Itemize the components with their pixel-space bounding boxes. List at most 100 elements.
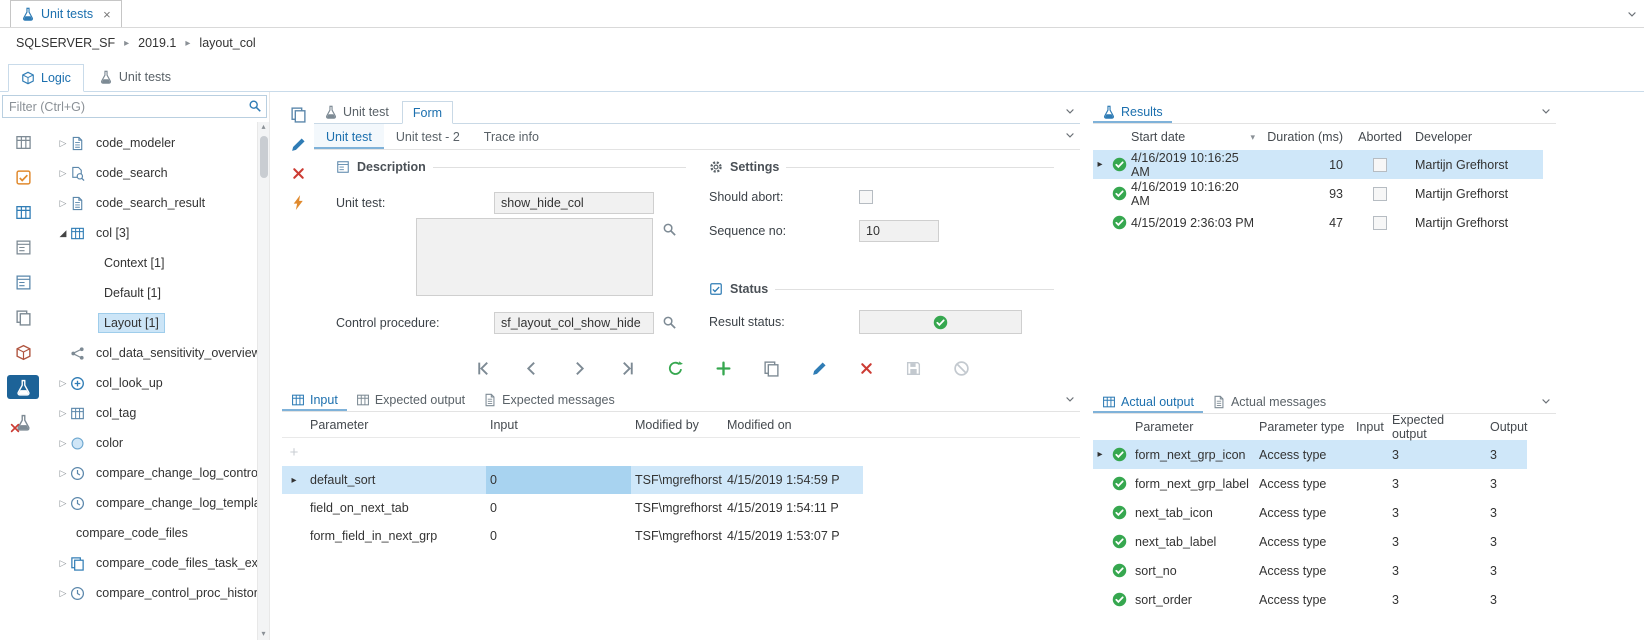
- table-row[interactable]: 4/15/2019 2:36:03 PM 47 Martijn Grefhors…: [1093, 208, 1543, 237]
- previous-record-icon[interactable]: [523, 360, 540, 377]
- search-icon[interactable]: [248, 99, 262, 113]
- tab-input[interactable]: Input: [282, 388, 347, 411]
- tab-expected-output[interactable]: Expected output: [347, 388, 474, 411]
- expander-icon[interactable]: ▷: [56, 498, 70, 509]
- table-row[interactable]: next_tab_icon Access type 3 3: [1093, 498, 1527, 527]
- table-row[interactable]: sort_order Access type 3 3: [1093, 585, 1527, 614]
- add-row[interactable]: +: [282, 438, 863, 466]
- expander-icon[interactable]: ◢: [56, 228, 70, 239]
- should-abort-checkbox[interactable]: [859, 190, 873, 204]
- validations-icon[interactable]: [7, 165, 39, 189]
- delete-record-icon[interactable]: [291, 166, 306, 181]
- tab-expected-messages[interactable]: Expected messages: [474, 388, 624, 411]
- save-record-icon[interactable]: [905, 360, 922, 377]
- delete-record-icon[interactable]: [859, 361, 874, 376]
- column-header-parameter-type[interactable]: Parameter type: [1257, 420, 1350, 434]
- expander-icon[interactable]: ▷: [56, 138, 70, 149]
- search-lookup-icon[interactable]: [662, 222, 677, 237]
- copy-record-icon[interactable]: [763, 360, 780, 377]
- edit-record-icon[interactable]: [811, 360, 828, 377]
- failed-tests-icon[interactable]: [7, 410, 39, 434]
- expander-icon[interactable]: ▷: [56, 168, 70, 179]
- close-tab-icon[interactable]: ×: [103, 7, 111, 22]
- column-header-input[interactable]: Input: [1350, 420, 1386, 434]
- subtab-trace-info[interactable]: Trace info: [472, 124, 551, 149]
- unit-tests-module-icon[interactable]: [7, 375, 39, 399]
- tree-item[interactable]: ▷code_search: [46, 158, 257, 188]
- search-lookup-icon[interactable]: [662, 315, 677, 330]
- tree-item[interactable]: ◢col [3]: [46, 218, 257, 248]
- filter-input[interactable]: [2, 95, 267, 118]
- aborted-checkbox[interactable]: [1373, 216, 1387, 230]
- tab-unit-test[interactable]: Unit test: [314, 100, 399, 123]
- column-header-expected-output[interactable]: Expected output: [1386, 413, 1482, 441]
- tree-item[interactable]: ▷compare_change_log_templat: [46, 488, 257, 518]
- tree-item[interactable]: Context [1]: [46, 248, 257, 278]
- copy-record-icon[interactable]: [290, 106, 307, 123]
- data-model-icon[interactable]: [7, 130, 39, 154]
- io-tab-overflow-chevron-icon[interactable]: [1064, 393, 1076, 405]
- expander-icon[interactable]: ▷: [56, 558, 70, 569]
- tab-actual-messages[interactable]: Actual messages: [1203, 390, 1335, 413]
- table-row[interactable]: ▸ 4/16/2019 10:16:25 AM 10 Martijn Grefh…: [1093, 150, 1543, 179]
- results-tab-overflow-chevron-icon[interactable]: [1540, 105, 1552, 117]
- table-row[interactable]: form_field_in_next_grp 0 TSF\mgrefhorst …: [282, 522, 863, 550]
- expander-icon[interactable]: ▷: [56, 588, 70, 599]
- expander-icon[interactable]: ▷: [56, 378, 70, 389]
- column-header-aborted[interactable]: Aborted: [1349, 130, 1411, 144]
- run-test-lightning-icon[interactable]: [290, 194, 307, 211]
- cancel-edit-icon[interactable]: [953, 360, 970, 377]
- tree-item[interactable]: ▷compare_code_files_task_exter: [46, 548, 257, 578]
- column-header-parameter[interactable]: Parameter: [1131, 420, 1257, 434]
- table-row[interactable]: 4/16/2019 10:16:20 AM 93 Martijn Grefhor…: [1093, 179, 1543, 208]
- packages-icon[interactable]: [7, 340, 39, 364]
- table-row[interactable]: ▸ form_next_grp_icon Access type 3 3: [1093, 440, 1527, 469]
- column-header-output[interactable]: Output: [1482, 420, 1527, 434]
- tree-item[interactable]: ▷color: [46, 428, 257, 458]
- edit-record-icon[interactable]: [290, 136, 307, 153]
- expander-icon[interactable]: ▷: [56, 468, 70, 479]
- scrollbar-thumb[interactable]: [260, 136, 268, 178]
- unit-test-description-textarea[interactable]: [416, 218, 653, 296]
- tab-unit-tests[interactable]: Unit tests: [87, 63, 183, 91]
- tab-results[interactable]: Results: [1093, 100, 1172, 123]
- tab-actual-output[interactable]: Actual output: [1093, 390, 1203, 413]
- scroll-up-icon[interactable]: ▴: [261, 122, 265, 131]
- subtab-unit-test[interactable]: Unit test: [314, 124, 384, 149]
- column-header-input[interactable]: Input: [486, 412, 631, 437]
- add-record-icon[interactable]: [715, 360, 732, 377]
- tree-item[interactable]: ▷compare_change_log_control_: [46, 458, 257, 488]
- table-row[interactable]: form_next_grp_label Access type 3 3: [1093, 469, 1527, 498]
- column-header-start-date[interactable]: Start date ▾: [1131, 130, 1259, 144]
- tree-item[interactable]: ▷compare_control_proc_history: [46, 578, 257, 608]
- table-row[interactable]: ▸ default_sort 0 TSF\mgrefhorst 4/15/201…: [282, 466, 863, 494]
- document-tab-unit-tests[interactable]: Unit tests ×: [10, 0, 122, 27]
- subtab-overflow-chevron-icon[interactable]: [1064, 129, 1076, 141]
- first-record-icon[interactable]: [475, 360, 492, 377]
- column-header-developer[interactable]: Developer: [1411, 130, 1543, 144]
- tree-item[interactable]: Default [1]: [46, 278, 257, 308]
- tree-scrollbar[interactable]: ▴ ▾: [257, 122, 269, 640]
- variants-icon[interactable]: [7, 270, 39, 294]
- add-row-plus-icon[interactable]: +: [282, 444, 306, 461]
- output-tab-overflow-chevron-icon[interactable]: [1540, 395, 1552, 407]
- scroll-down-icon[interactable]: ▾: [258, 629, 269, 638]
- tree-item-selected[interactable]: Layout [1]: [46, 308, 257, 338]
- tree-item[interactable]: compare_code_files: [46, 518, 257, 548]
- subjects-icon[interactable]: [7, 235, 39, 259]
- expander-icon[interactable]: ▷: [56, 408, 70, 419]
- breadcrumb-item-project[interactable]: SQLSERVER_SF: [16, 36, 115, 50]
- subtab-unit-test-2[interactable]: Unit test - 2: [384, 124, 472, 149]
- tree-item[interactable]: ▷code_modeler: [46, 128, 257, 158]
- tree-item[interactable]: ▷col_tag: [46, 398, 257, 428]
- copy-objects-icon[interactable]: [7, 305, 39, 329]
- tables-icon[interactable]: [7, 200, 39, 224]
- tree-item[interactable]: ▷col_look_up: [46, 368, 257, 398]
- column-header-parameter[interactable]: Parameter: [306, 418, 486, 432]
- control-procedure-field[interactable]: [494, 312, 654, 334]
- last-record-icon[interactable]: [619, 360, 636, 377]
- next-record-icon[interactable]: [571, 360, 588, 377]
- window-overflow-chevron-icon[interactable]: [1626, 8, 1638, 20]
- column-header-modified-on[interactable]: Modified on: [723, 418, 863, 432]
- expander-icon[interactable]: ▷: [56, 198, 70, 209]
